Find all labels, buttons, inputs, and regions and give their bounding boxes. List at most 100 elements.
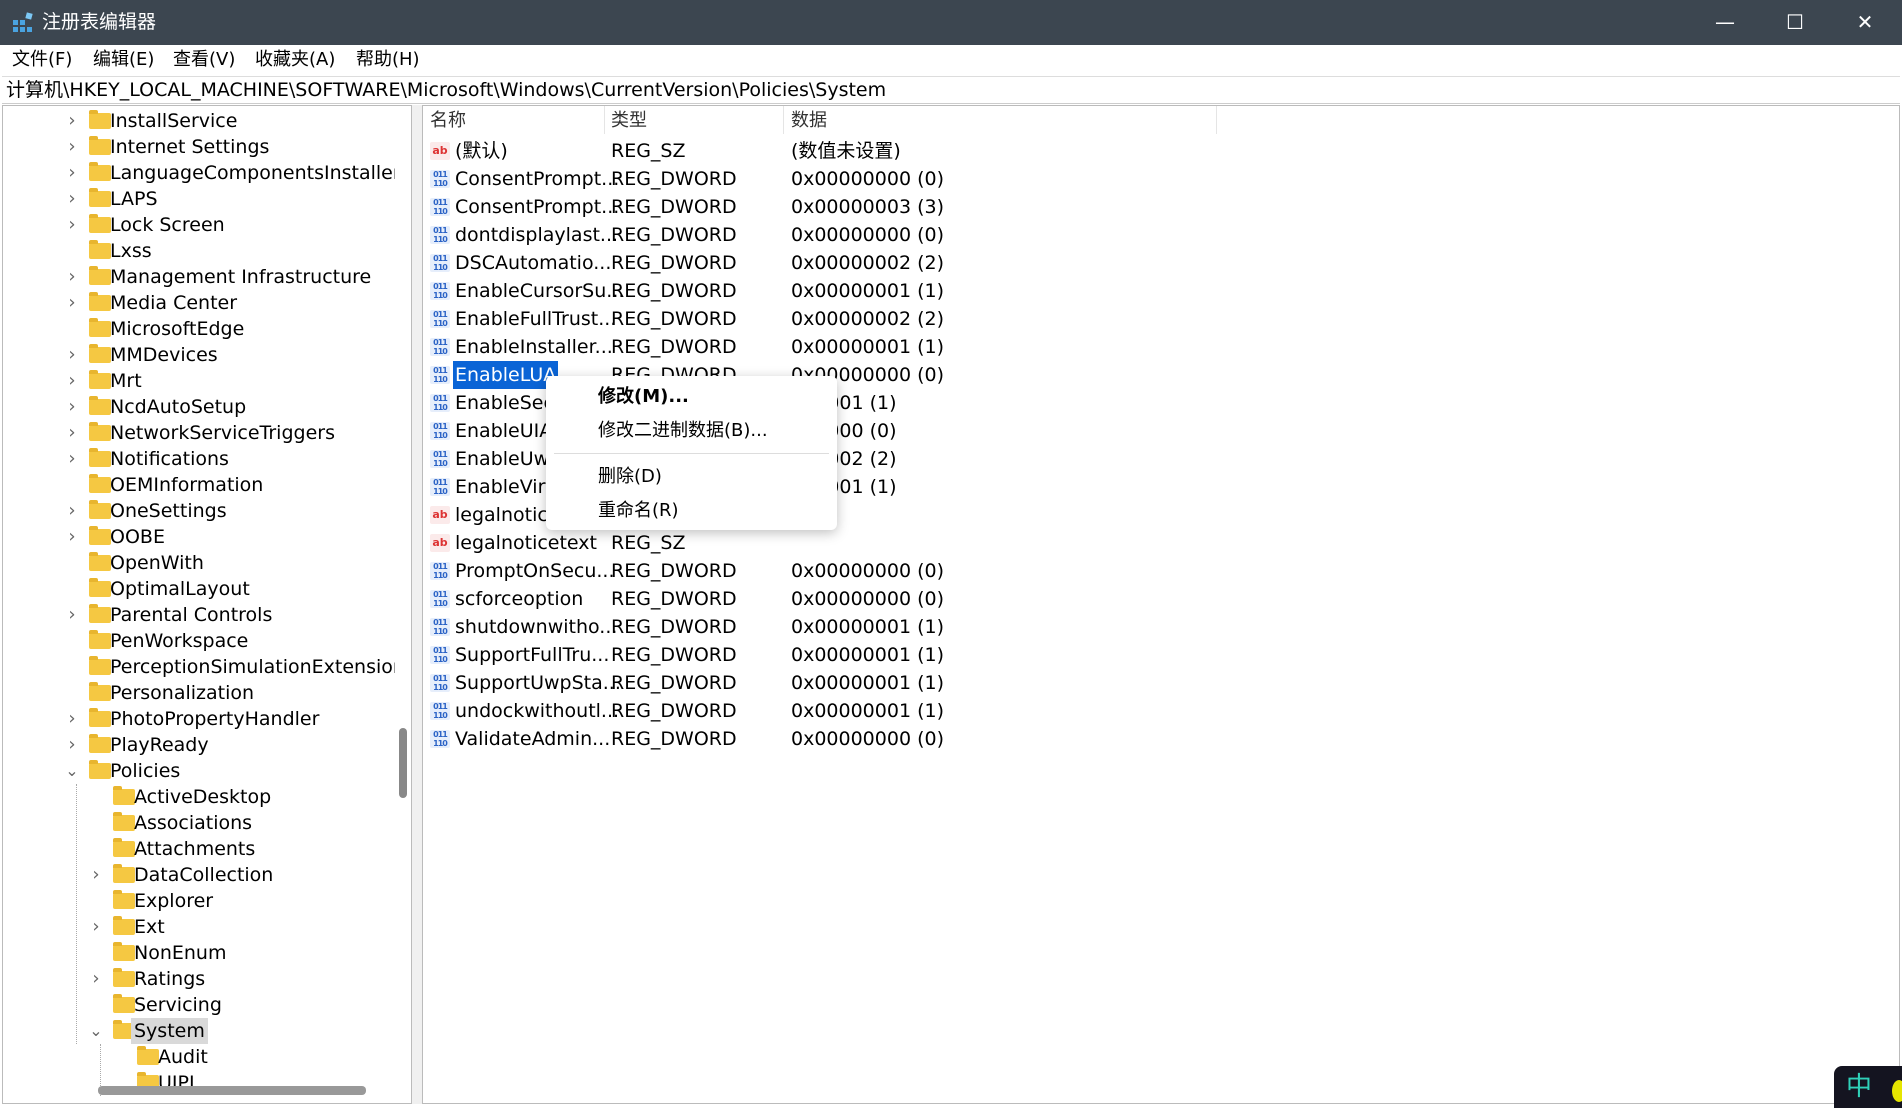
chevron-right-icon[interactable]: › — [65, 446, 79, 472]
menu-item-rename[interactable]: 重命名(R) — [598, 500, 679, 522]
chevron-down-icon[interactable]: ⌄ — [89, 1018, 103, 1044]
chevron-right-icon[interactable]: › — [65, 160, 79, 186]
value-row[interactable]: 011 110 SupportUwpSta... REG_DWORD 0x000000… — [423, 669, 1323, 697]
chevron-right-icon[interactable]: › — [65, 212, 79, 238]
tree-item[interactable]: › OneSettings — [3, 498, 395, 524]
tree-item[interactable]: NonEnum — [3, 940, 395, 966]
tree-item[interactable]: › Ext — [3, 914, 395, 940]
tree-item[interactable]: Lxss — [3, 238, 395, 264]
tree-item[interactable]: Audit — [3, 1044, 395, 1070]
value-row[interactable]: 011 110 ConsentPrompt... REG_DWORD 0x000000… — [423, 193, 1323, 221]
value-row[interactable]: ab (默认) REG_SZ (数值未设置) — [423, 137, 1323, 165]
chevron-down-icon[interactable]: ⌄ — [65, 758, 79, 784]
chevron-right-icon[interactable]: › — [65, 290, 79, 316]
minimize-button[interactable]: — — [1690, 0, 1760, 45]
value-row[interactable]: 011 110 DSCAutomatio... REG_DWORD 0x0000000… — [423, 249, 1323, 277]
tree-item[interactable]: ⌄ Policies — [3, 758, 395, 784]
tree-horizontal-scrollbar[interactable] — [98, 1086, 366, 1095]
menu-item-delete[interactable]: 删除(D) — [598, 466, 662, 488]
menu-edit[interactable]: 编辑(E) — [93, 49, 154, 71]
menu-help[interactable]: 帮助(H) — [356, 49, 420, 71]
tree-item[interactable]: › Internet Settings — [3, 134, 395, 160]
tree-item[interactable]: › Management Infrastructure — [3, 264, 395, 290]
chevron-right-icon[interactable]: › — [65, 368, 79, 394]
tree-vertical-scrollbar[interactable] — [399, 728, 407, 798]
tree-item[interactable]: › PhotoPropertyHandler — [3, 706, 395, 732]
tree-item[interactable]: › Mrt — [3, 368, 395, 394]
value-row[interactable]: 011 110 SupportFullTru... REG_DWORD 0x00000… — [423, 641, 1323, 669]
tree-item[interactable]: PenWorkspace — [3, 628, 395, 654]
value-row[interactable]: 011 110 EnableFullTrust... REG_DWORD 0x0000… — [423, 305, 1323, 333]
value-row[interactable]: 011 110 EnableInstaller... REG_DWORD 0x0000… — [423, 333, 1323, 361]
values-list[interactable]: 名称 类型 数据 ab (默认) REG_SZ (数值未设置) 011 110 Conse… — [422, 105, 1900, 1104]
tree-item[interactable]: OptimalLayout — [3, 576, 395, 602]
value-row[interactable]: 011 110 ValidateAdmin... REG_DWORD 0x000000… — [423, 725, 1323, 753]
tree-item[interactable]: PerceptionSimulationExtensions — [3, 654, 395, 680]
tree-item[interactable]: ⌄ System — [3, 1018, 395, 1044]
chevron-right-icon[interactable]: › — [89, 862, 103, 888]
chevron-right-icon[interactable]: › — [89, 914, 103, 940]
tree-item[interactable]: › PlayReady — [3, 732, 395, 758]
chevron-right-icon[interactable]: › — [65, 264, 79, 290]
tree-item[interactable]: MicrosoftEdge — [3, 316, 395, 342]
tree-item[interactable]: › Media Center — [3, 290, 395, 316]
key-tree[interactable]: › InstallService › Internet Settings › Langua… — [2, 105, 412, 1104]
column-divider[interactable] — [783, 106, 784, 134]
chevron-right-icon[interactable]: › — [65, 108, 79, 134]
pane-splitter[interactable] — [412, 105, 422, 1104]
menu-item-modify[interactable]: 修改(M)... — [598, 386, 689, 408]
close-button[interactable]: ✕ — [1830, 0, 1900, 45]
value-row[interactable]: 011 110 scforceoption REG_DWORD 0x00000000 … — [423, 585, 1323, 613]
value-row[interactable]: 011 110 PromptOnSecu... REG_DWORD 0x0000000… — [423, 557, 1323, 585]
tree-item[interactable]: OEMInformation — [3, 472, 395, 498]
column-header-name[interactable]: 名称 — [430, 110, 466, 132]
menu-file[interactable]: 文件(F) — [12, 49, 72, 71]
value-row[interactable]: ab legalnoticetext REG_SZ — [423, 529, 1323, 557]
tree-item[interactable]: Explorer — [3, 888, 395, 914]
chevron-right-icon[interactable]: › — [65, 394, 79, 420]
maximize-button[interactable]: ☐ — [1760, 0, 1830, 45]
menu-item-modify-binary[interactable]: 修改二进制数据(B)... — [598, 420, 768, 442]
tree-item[interactable]: › LAPS — [3, 186, 395, 212]
tree-item[interactable]: › LanguageComponentsInstaller — [3, 160, 395, 186]
chevron-right-icon[interactable]: › — [65, 602, 79, 628]
tree-item[interactable]: › Parental Controls — [3, 602, 395, 628]
tree-item[interactable]: Associations — [3, 810, 395, 836]
value-row[interactable]: 011 110 dontdisplaylast... REG_DWORD 0x0000… — [423, 221, 1323, 249]
column-divider[interactable] — [1216, 106, 1217, 134]
address-bar[interactable]: 计算机\HKEY_LOCAL_MACHINE\SOFTWARE\Microsof… — [2, 76, 1900, 104]
tree-item[interactable]: › Notifications — [3, 446, 395, 472]
tree-item[interactable]: OpenWith — [3, 550, 395, 576]
ime-indicator[interactable]: 中 — [1834, 1066, 1902, 1108]
tree-item[interactable]: Attachments — [3, 836, 395, 862]
chevron-right-icon[interactable]: › — [65, 420, 79, 446]
chevron-right-icon[interactable]: › — [65, 134, 79, 160]
tree-item[interactable]: ActiveDesktop — [3, 784, 395, 810]
chevron-right-icon[interactable]: › — [65, 186, 79, 212]
value-row[interactable]: 011 110 ConsentPrompt... REG_DWORD 0x000000… — [423, 165, 1323, 193]
menu-favorites[interactable]: 收藏夹(A) — [255, 49, 335, 71]
tree-item[interactable]: › DataCollection — [3, 862, 395, 888]
value-row[interactable]: 011 110 EnableCursorSu... REG_DWORD 0x00000… — [423, 277, 1323, 305]
chevron-right-icon[interactable]: › — [65, 342, 79, 368]
tree-item[interactable]: Servicing — [3, 992, 395, 1018]
tree-item[interactable]: › OOBE — [3, 524, 395, 550]
tree-item[interactable]: › Lock Screen — [3, 212, 395, 238]
tree-item[interactable]: › NcdAutoSetup — [3, 394, 395, 420]
tree-item[interactable]: › Ratings — [3, 966, 395, 992]
tree-item[interactable]: › MMDevices — [3, 342, 395, 368]
column-divider[interactable] — [604, 106, 605, 134]
column-header-data[interactable]: 数据 — [791, 110, 827, 132]
chevron-right-icon[interactable]: › — [65, 498, 79, 524]
value-row[interactable]: 011 110 shutdownwitho... REG_DWORD 0x000000… — [423, 613, 1323, 641]
chevron-right-icon[interactable]: › — [65, 732, 79, 758]
chevron-right-icon[interactable]: › — [65, 524, 79, 550]
column-header-type[interactable]: 类型 — [611, 110, 647, 132]
chevron-right-icon[interactable]: › — [89, 966, 103, 992]
tree-item[interactable]: › InstallService — [3, 108, 395, 134]
value-row[interactable]: 011 110 undockwithoutl... REG_DWORD 0x00000… — [423, 697, 1323, 725]
tree-item[interactable]: Personalization — [3, 680, 395, 706]
chevron-right-icon[interactable]: › — [65, 706, 79, 732]
menu-view[interactable]: 查看(V) — [173, 49, 235, 71]
tree-item[interactable]: › NetworkServiceTriggers — [3, 420, 395, 446]
